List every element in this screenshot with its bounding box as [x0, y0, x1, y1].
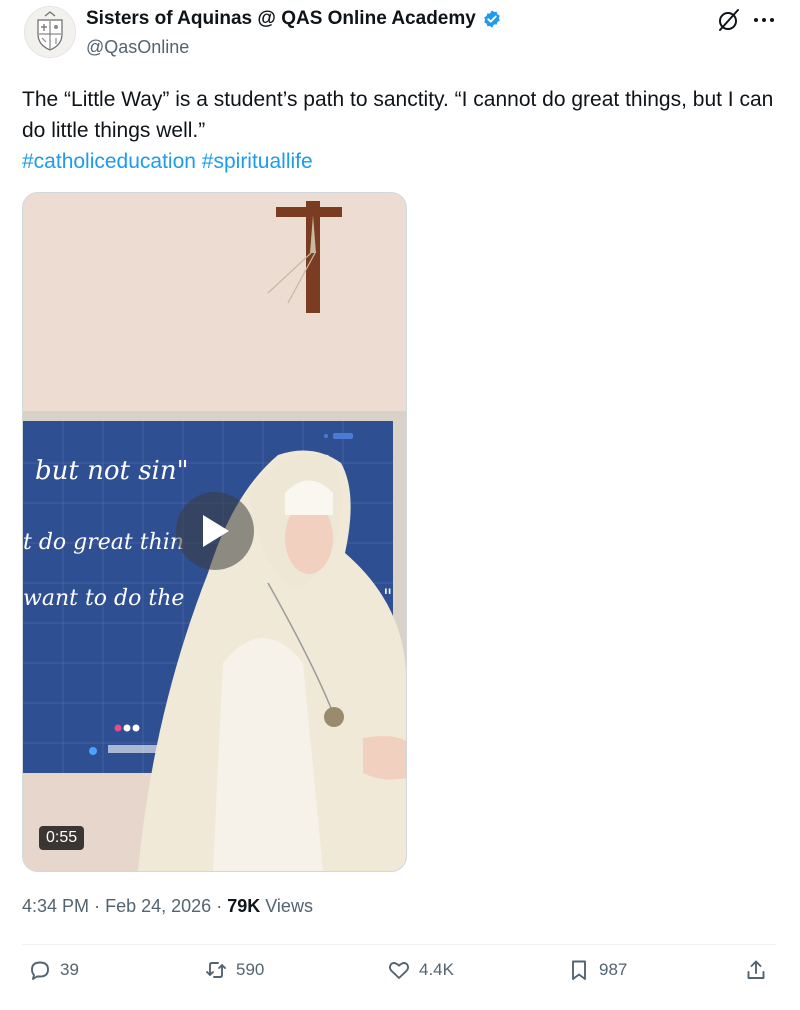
repost-button[interactable]: 590	[204, 958, 264, 982]
tweet-meta: 4:34 PM · Feb 24, 2026 · 79K Views	[22, 896, 313, 917]
grok-icon[interactable]	[716, 7, 742, 33]
display-name[interactable]: Sisters of Aquinas @ QAS Online Academy	[86, 8, 476, 30]
share-button[interactable]	[744, 958, 768, 982]
bookmark-button[interactable]: 987	[567, 958, 627, 982]
like-button[interactable]: 4.4K	[387, 958, 454, 982]
video-player[interactable]: but not sin" t do great thin want to do …	[22, 192, 407, 872]
more-options-icon[interactable]	[752, 10, 776, 30]
play-button[interactable]	[176, 492, 254, 570]
meta-separator: ·	[216, 896, 223, 916]
reply-icon	[31, 961, 49, 980]
handle[interactable]: @QasOnline	[86, 37, 189, 58]
tweet-date[interactable]: Feb 24, 2026	[105, 896, 211, 916]
reply-count: 39	[60, 960, 79, 979]
views-label: Views	[265, 896, 313, 916]
author-name-row[interactable]: Sisters of Aquinas @ QAS Online Academy	[86, 8, 502, 30]
bookmark-icon	[572, 960, 586, 980]
views-count: 79K	[227, 896, 261, 916]
board-line-2: t do great thin	[23, 530, 184, 555]
board-line-3: want to do the	[23, 586, 184, 611]
reply-button[interactable]: 39	[28, 958, 79, 982]
share-icon	[747, 960, 765, 979]
like-count: 4.4K	[419, 960, 454, 979]
action-bar: 39 590 4.4K 987	[22, 958, 776, 994]
repost-icon	[206, 962, 226, 978]
crest-logo-icon	[25, 7, 75, 57]
tweet-time[interactable]: 4:34 PM	[22, 896, 89, 916]
verified-badge-icon	[484, 10, 500, 28]
bookmark-count: 987	[599, 960, 628, 979]
board-line-1: but not sin"	[35, 456, 189, 486]
avatar[interactable]	[24, 6, 76, 58]
play-icon	[203, 515, 229, 547]
tweet-body: The “Little Way” is a student’s path to …	[22, 88, 774, 142]
divider	[22, 944, 776, 945]
tweet-text: The “Little Way” is a student’s path to …	[22, 84, 782, 177]
hashtag-links[interactable]: #catholiceducation #spirituallife	[22, 146, 782, 177]
heart-icon	[388, 962, 410, 979]
repost-count: 590	[236, 960, 265, 979]
video-duration: 0:55	[39, 826, 85, 850]
meta-separator: ·	[94, 896, 101, 916]
